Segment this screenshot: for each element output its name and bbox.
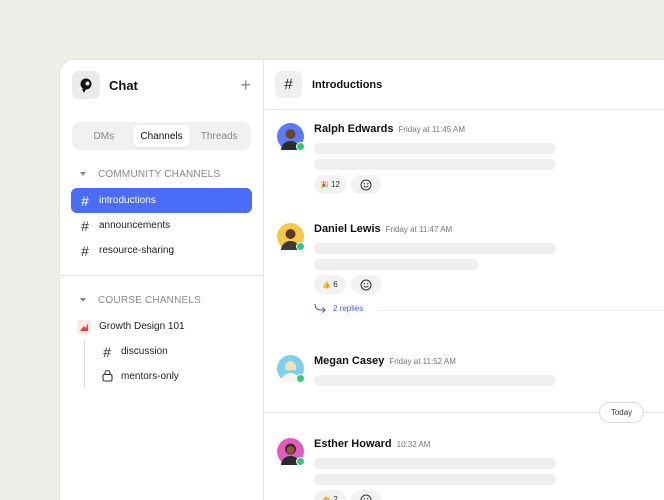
message-text-placeholder <box>314 143 556 154</box>
thread-divider <box>377 310 664 311</box>
channel-label: mentors-only <box>121 371 179 382</box>
message-text-placeholder <box>314 375 556 386</box>
main-panel: # Introductions Ralph Edwards Friday at 1… <box>264 60 664 500</box>
online-status-icon <box>296 242 305 251</box>
reaction-pill[interactable]: 👏 2 <box>314 490 346 500</box>
author-name[interactable]: Megan Casey <box>314 355 384 367</box>
author-name[interactable]: Daniel Lewis <box>314 223 381 235</box>
hash-icon: # <box>81 242 89 259</box>
course-item-growth-design[interactable]: Growth Design 101 <box>71 314 252 339</box>
app-logo-icon <box>72 71 100 99</box>
course-channels-heading[interactable]: COURSE CHANNELS <box>60 290 263 310</box>
reaction-emoji: 👏 <box>322 496 332 500</box>
community-channels-section: COMMUNITY CHANNELS # introductions # ann… <box>60 164 263 263</box>
course-label: Growth Design 101 <box>99 321 185 332</box>
message-item: Ralph Edwards Friday at 11:45 AM 🎉 12 <box>277 123 617 203</box>
message-header: Esther Howard 10:32 AM <box>314 438 430 450</box>
author-name[interactable]: Ralph Edwards <box>314 123 393 135</box>
sidebar-item-announcements[interactable]: # announcements <box>71 213 252 238</box>
reaction-emoji: 🎉 <box>320 181 329 189</box>
author-name[interactable]: Esther Howard <box>314 438 392 450</box>
add-reaction-button[interactable] <box>351 175 381 194</box>
hash-icon: # <box>81 217 89 234</box>
tab-threads[interactable]: Threads <box>190 125 248 147</box>
message-text-placeholder <box>314 159 556 170</box>
message-text-placeholder <box>314 458 556 469</box>
sidebar-divider <box>60 275 263 276</box>
reaction-pill[interactable]: 🎉 12 <box>314 175 346 194</box>
timestamp: 10:32 AM <box>396 440 431 449</box>
sidebar-item-resource-sharing[interactable]: # resource-sharing <box>71 238 252 263</box>
message-text-placeholder <box>314 474 556 485</box>
chevron-down-icon <box>80 172 86 176</box>
tab-channels[interactable]: Channels <box>132 125 191 147</box>
add-reaction-button[interactable] <box>351 490 381 500</box>
chat-app-window: Chat + DMs Channels Threads COMMUNITY CH… <box>60 60 664 500</box>
smiley-icon <box>360 179 372 190</box>
channel-title: Introductions <box>312 78 383 91</box>
reply-arrow-icon <box>314 303 326 313</box>
community-channels-heading[interactable]: COMMUNITY CHANNELS <box>60 164 263 184</box>
reaction-count: 2 <box>333 495 338 500</box>
course-channels-section: COURSE CHANNELS Growth Design 101 # disc… <box>60 290 263 389</box>
channel-label: introductions <box>99 195 156 206</box>
sidebar-item-introductions[interactable]: # introductions <box>71 188 252 213</box>
online-status-icon <box>296 457 305 466</box>
hash-icon: # <box>81 192 89 209</box>
smiley-icon <box>360 494 372 500</box>
channel-label: discussion <box>121 346 168 357</box>
online-status-icon <box>296 142 305 151</box>
hash-icon: # <box>103 343 111 360</box>
channel-header: # Introductions <box>264 60 664 110</box>
course-logo-icon <box>77 319 91 334</box>
thread-replies-link[interactable]: 2 replies <box>314 303 363 313</box>
section-heading-label: COMMUNITY CHANNELS <box>98 168 221 180</box>
reaction-count: 12 <box>331 180 340 189</box>
message-header: Megan Casey Friday at 11:52 AM <box>314 355 456 367</box>
message-item: Daniel Lewis Friday at 11:47 AM 👍 6 2 rep… <box>277 223 664 323</box>
timestamp: Friday at 11:47 AM <box>385 225 453 234</box>
sidebar-item-discussion[interactable]: # discussion <box>84 339 252 364</box>
message-header: Daniel Lewis Friday at 11:47 AM <box>314 223 452 235</box>
tab-dms[interactable]: DMs <box>75 125 133 147</box>
reaction-emoji: 👍 <box>322 281 332 289</box>
today-badge[interactable]: Today <box>599 402 644 423</box>
smiley-icon <box>360 279 372 290</box>
section-heading-label: COURSE CHANNELS <box>98 294 202 306</box>
reaction-pill[interactable]: 👍 6 <box>314 275 346 294</box>
plus-icon[interactable]: + <box>240 76 251 94</box>
online-status-icon <box>296 374 305 383</box>
channel-label: announcements <box>99 220 171 231</box>
sidebar-header: Chat + <box>60 60 263 110</box>
hash-icon: # <box>275 71 302 98</box>
channel-label: resource-sharing <box>99 245 175 256</box>
sidebar-tabs: DMs Channels Threads <box>72 122 251 150</box>
sidebar-title: Chat <box>109 77 138 93</box>
timestamp: Friday at 11:52 AM <box>389 357 456 366</box>
reaction-count: 6 <box>333 280 338 289</box>
message-item: Esther Howard 10:32 AM 👏 2 <box>277 438 617 500</box>
message-text-placeholder <box>314 243 556 254</box>
sidebar-item-mentors-only[interactable]: mentors-only <box>84 364 252 389</box>
timestamp: Friday at 11:45 AM <box>398 125 466 134</box>
lock-icon <box>101 369 113 385</box>
add-reaction-button[interactable] <box>351 275 381 294</box>
message-text-placeholder <box>314 259 479 270</box>
chevron-down-icon <box>80 298 86 302</box>
message-item: Megan Casey Friday at 11:52 AM <box>277 355 617 395</box>
sidebar: Chat + DMs Channels Threads COMMUNITY CH… <box>60 60 264 500</box>
replies-label: 2 replies <box>333 303 364 313</box>
message-header: Ralph Edwards Friday at 11:45 AM <box>314 123 465 135</box>
